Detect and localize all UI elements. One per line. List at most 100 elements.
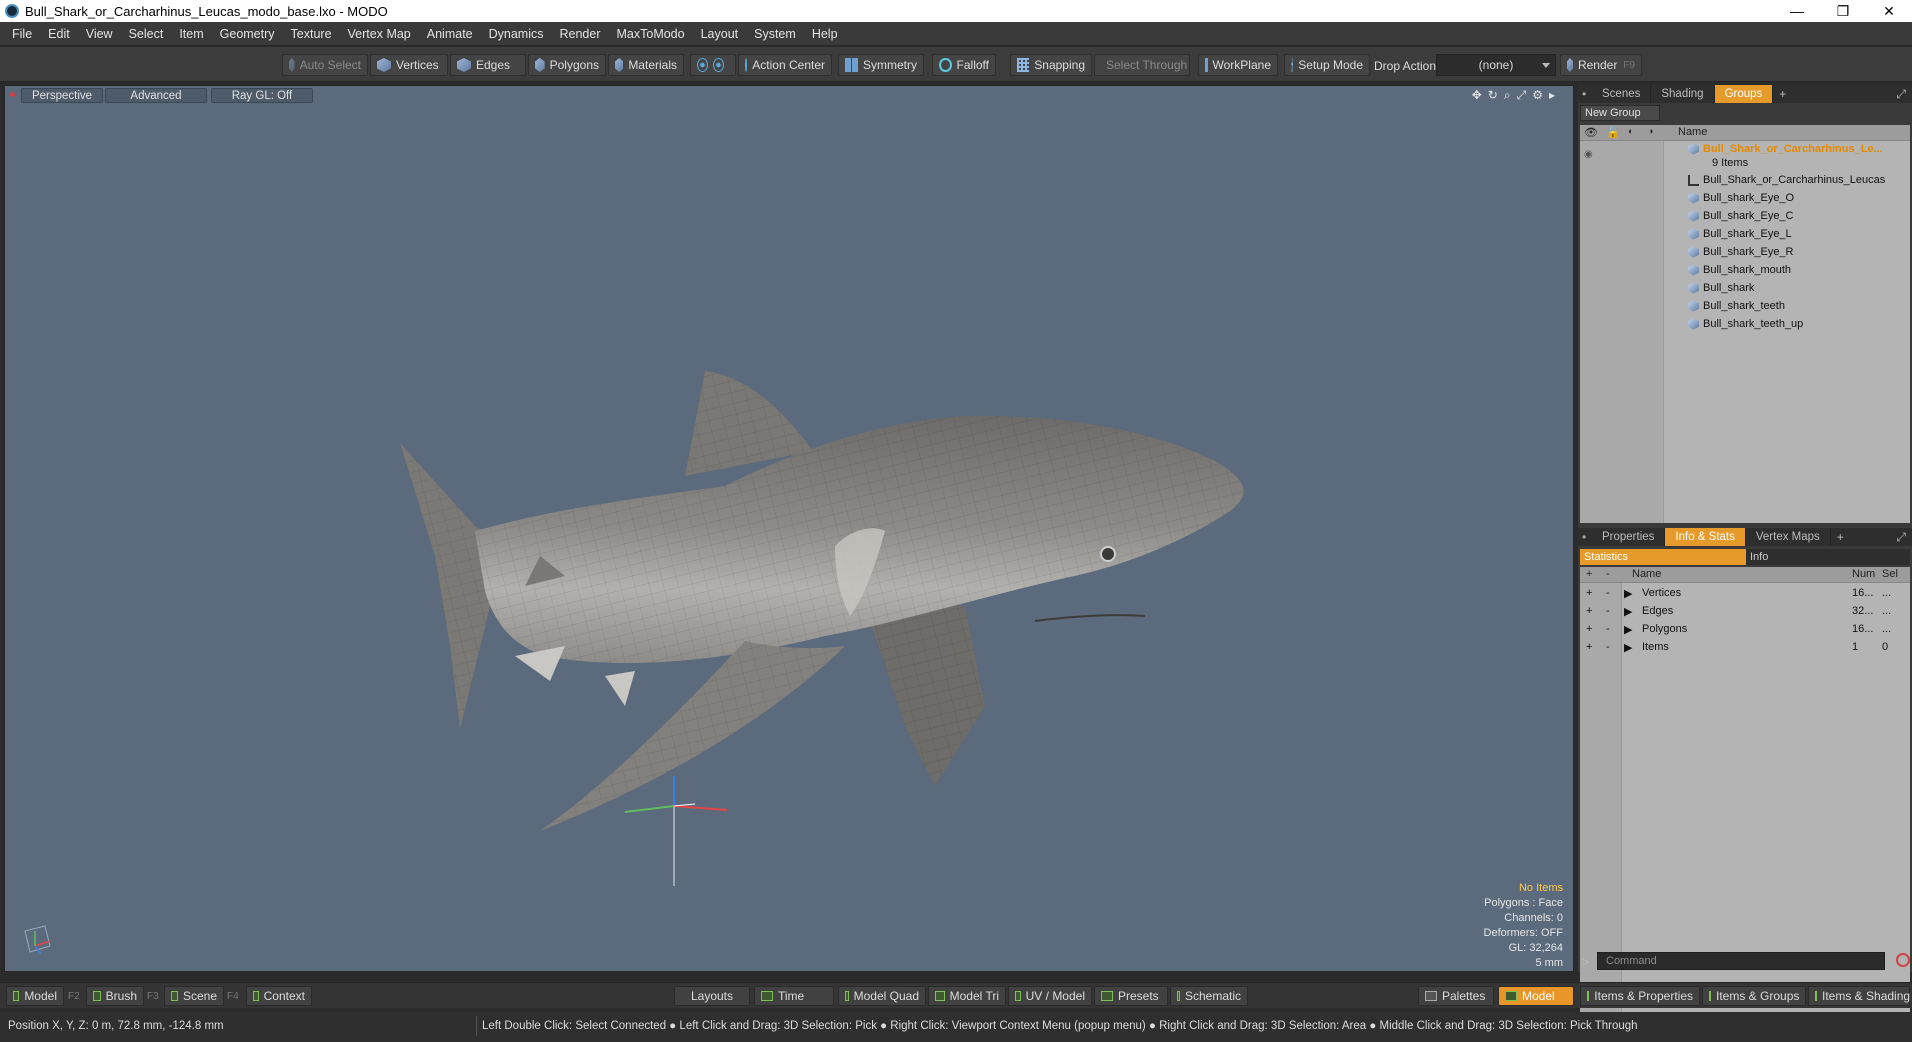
polygons-button[interactable]: Polygons: [528, 54, 606, 76]
shark-model[interactable]: [5, 86, 1574, 972]
table-row[interactable]: + - ▶ Vertices 16... ...: [1580, 585, 1910, 603]
menu-texture[interactable]: Texture: [283, 27, 340, 41]
items-groups-tab[interactable]: Items & Groups: [1702, 986, 1806, 1006]
snapping-button[interactable]: Snapping: [1010, 54, 1092, 76]
menu-file[interactable]: File: [4, 27, 40, 41]
new-group-button[interactable]: New Group: [1580, 105, 1660, 121]
menu-view[interactable]: View: [78, 27, 121, 41]
model-quad-tab[interactable]: Model Quad: [838, 986, 926, 1006]
expand-row-icon[interactable]: +: [1586, 641, 1592, 653]
model-tri-tab[interactable]: Model Tri: [928, 986, 1006, 1006]
expand-row-icon[interactable]: +: [1586, 587, 1592, 599]
add-tab-icon[interactable]: +: [1831, 530, 1850, 544]
tab-properties[interactable]: Properties: [1592, 528, 1666, 546]
restore-button[interactable]: ❐: [1820, 0, 1866, 22]
menu-system[interactable]: System: [746, 27, 804, 41]
menu-help[interactable]: Help: [804, 27, 846, 41]
tab-statistics[interactable]: Statistics: [1580, 549, 1746, 565]
items-properties-tab[interactable]: Items & Properties: [1580, 986, 1700, 1006]
menu-select[interactable]: Select: [121, 27, 172, 41]
collapse-row-icon[interactable]: -: [1606, 623, 1610, 635]
lock-icon[interactable]: 🔓: [1606, 126, 1620, 139]
select-through-button[interactable]: Select Through: [1094, 54, 1190, 76]
vertices-button[interactable]: Vertices: [370, 54, 448, 76]
menu-layout[interactable]: Layout: [693, 27, 747, 41]
action-center-button[interactable]: Action Center: [738, 54, 832, 76]
panel-maximize-icon[interactable]: ⤢: [1896, 87, 1906, 102]
tab-vertex-maps[interactable]: Vertex Maps: [1746, 528, 1831, 546]
command-stop-icon[interactable]: [1896, 953, 1910, 967]
group-row[interactable]: ◉ Bull_Shark_or_Carcharhinus_Le... 9 Ite…: [1580, 141, 1910, 171]
panel-dot-icon[interactable]: •: [1582, 530, 1592, 544]
list-item[interactable]: Bull_shark_Eye_L: [1688, 225, 1792, 243]
menu-vertex-map[interactable]: Vertex Map: [340, 27, 419, 41]
list-item[interactable]: Bull_shark_teeth_up: [1688, 315, 1803, 333]
3d-viewport[interactable]: Perspective Advanced Ray GL: Off ✥ ↻ ⌕ ⤢…: [4, 85, 1574, 972]
tab-info[interactable]: Info: [1750, 551, 1768, 563]
row-expand-arrow-icon[interactable]: ▶: [1624, 587, 1632, 600]
visibility-eye-icon[interactable]: 👁: [1584, 126, 1598, 139]
select-toggle-icon[interactable]: ◑: [1648, 126, 1653, 136]
layouts-button[interactable]: Layouts: [674, 986, 750, 1006]
materials-button[interactable]: Materials: [608, 54, 684, 76]
tab-groups[interactable]: Groups: [1714, 85, 1774, 103]
uv-model-tab[interactable]: UV / Model: [1008, 986, 1092, 1006]
collapse-row-icon[interactable]: -: [1606, 587, 1610, 599]
palettes-button[interactable]: Palettes: [1418, 986, 1494, 1006]
items-shading-tab[interactable]: Items & Shading: [1808, 986, 1910, 1006]
close-button[interactable]: ✕: [1866, 0, 1912, 22]
menu-item[interactable]: Item: [171, 27, 211, 41]
tab-info-stats[interactable]: Info & Stats: [1665, 528, 1746, 546]
symmetry-button[interactable]: Symmetry: [838, 54, 924, 76]
row-expand-arrow-icon[interactable]: ▶: [1624, 623, 1632, 636]
model-tab[interactable]: Model: [6, 986, 64, 1006]
presets-tab[interactable]: Presets: [1094, 986, 1168, 1006]
falloff-button[interactable]: Falloff: [932, 54, 996, 76]
model-layout-tab[interactable]: Model: [1498, 986, 1574, 1006]
list-item[interactable]: Bull_shark_Eye_R: [1688, 243, 1794, 261]
render-button[interactable]: Render F9: [1560, 54, 1642, 76]
row-expand-arrow-icon[interactable]: ▶: [1624, 605, 1632, 618]
table-row[interactable]: + - ▶ Edges 32... ...: [1580, 603, 1910, 621]
tab-shading[interactable]: Shading: [1651, 85, 1715, 103]
table-row[interactable]: + - ▶ Items 1 0: [1580, 639, 1910, 657]
schematic-tab[interactable]: Schematic: [1170, 986, 1248, 1006]
collapse-all-icon[interactable]: -: [1606, 568, 1610, 580]
auto-select-button[interactable]: Auto Select: [282, 54, 368, 76]
render-toggle-icon[interactable]: ◐: [1628, 126, 1633, 136]
menu-edit[interactable]: Edit: [40, 27, 78, 41]
table-row[interactable]: + - ▶ Polygons 16... ...: [1580, 621, 1910, 639]
collapse-row-icon[interactable]: -: [1606, 641, 1610, 653]
brush-tab[interactable]: Brush: [86, 986, 144, 1006]
collapse-row-icon[interactable]: -: [1606, 605, 1610, 617]
group-eye-icon[interactable]: ◉: [1584, 149, 1593, 160]
time-tab[interactable]: Time: [754, 986, 834, 1006]
list-item[interactable]: Bull_shark: [1688, 279, 1754, 297]
menu-render[interactable]: Render: [552, 27, 609, 41]
list-item[interactable]: Bull_shark_teeth: [1688, 297, 1785, 315]
list-item[interactable]: Bull_shark_Eye_O: [1688, 189, 1794, 207]
row-expand-arrow-icon[interactable]: ▶: [1624, 641, 1632, 654]
expand-row-icon[interactable]: +: [1586, 605, 1592, 617]
context-tab[interactable]: Context: [246, 986, 312, 1006]
menu-animate[interactable]: Animate: [419, 27, 481, 41]
scene-tab[interactable]: Scene: [164, 986, 224, 1006]
add-tab-icon[interactable]: +: [1773, 87, 1792, 101]
menu-maxtomodo[interactable]: MaxToModo: [609, 27, 693, 41]
command-input[interactable]: Command: [1597, 952, 1885, 970]
list-item[interactable]: Bull_Shark_or_Carcharhinus_Leucas: [1688, 171, 1885, 189]
list-item[interactable]: Bull_shark_mouth: [1688, 261, 1791, 279]
menu-dynamics[interactable]: Dynamics: [481, 27, 552, 41]
menu-geometry[interactable]: Geometry: [212, 27, 283, 41]
minimize-button[interactable]: —: [1774, 0, 1820, 22]
selection-sets-button[interactable]: [690, 54, 736, 76]
drop-action-select[interactable]: (none): [1436, 54, 1556, 76]
list-item[interactable]: Bull_shark_Eye_C: [1688, 207, 1794, 225]
expand-all-icon[interactable]: +: [1586, 568, 1592, 580]
tab-scenes[interactable]: Scenes: [1592, 85, 1652, 103]
setup-mode-button[interactable]: Setup Mode: [1284, 54, 1370, 76]
workplane-button[interactable]: WorkPlane: [1198, 54, 1278, 76]
panel-maximize-icon[interactable]: ⤢: [1896, 530, 1906, 545]
panel-dot-icon[interactable]: •: [1582, 87, 1592, 101]
expand-row-icon[interactable]: +: [1586, 623, 1592, 635]
